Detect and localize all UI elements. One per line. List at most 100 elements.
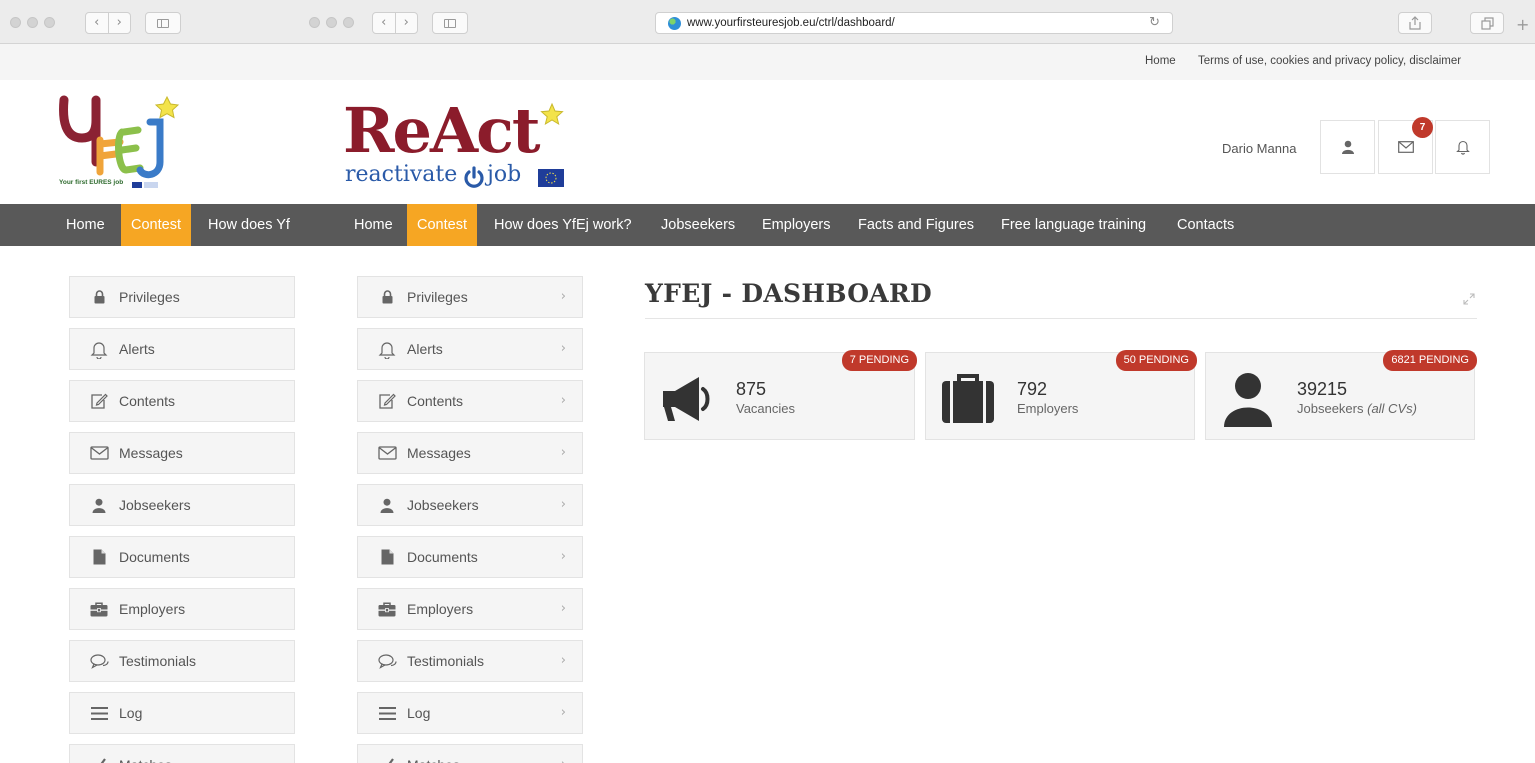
react-logo-sub-left: reactivate xyxy=(345,162,458,187)
react-logo-main: ReAct xyxy=(343,94,540,167)
sidebar-item-label: Log xyxy=(119,705,143,721)
share-icon xyxy=(1409,16,1421,30)
window-controls-2[interactable] xyxy=(309,17,354,28)
reload-icon[interactable]: ↻ xyxy=(1149,15,1160,30)
nav-jobseekers[interactable]: Jobseekers xyxy=(651,204,745,246)
stat-label: Jobseekers (all CVs) xyxy=(1297,401,1417,416)
bell-icon xyxy=(1455,140,1470,155)
sidebar-item-label: Employers xyxy=(407,601,474,617)
nav-left-how-does[interactable]: How does Yf xyxy=(198,204,300,246)
sidebar-left-item-contents[interactable]: Contents xyxy=(69,380,295,422)
sidebar-item-label: Testimonials xyxy=(407,653,485,669)
sidebar-item-contents[interactable]: Contents › xyxy=(357,380,583,422)
sidebar-item-matches[interactable]: Matches › xyxy=(357,744,583,763)
sidebar-left-item-privileges[interactable]: Privileges xyxy=(69,276,295,318)
stat-card-vacancies[interactable]: 875 Vacancies 7 PENDING xyxy=(644,350,917,440)
sidebar-item-label: Alerts xyxy=(119,341,155,357)
yfej-logo[interactable]: Your first EURES job xyxy=(56,92,186,192)
browser-toolbar: ‹ › ‹ › www.yourfirsteuresjob.eu/ctrl/dash… xyxy=(0,0,1535,44)
tabs-overview-button[interactable] xyxy=(1470,12,1504,34)
pending-badge[interactable]: 50 PENDING xyxy=(1115,350,1197,371)
sidebar-left-item-messages[interactable]: Messages xyxy=(69,432,295,474)
nav-employers[interactable]: Employers xyxy=(752,204,841,246)
eu-flag-icon xyxy=(538,169,564,187)
sidebar-item-documents[interactable]: Documents › xyxy=(357,536,583,578)
sidebar-item-alerts[interactable]: Alerts › xyxy=(357,328,583,370)
sidebar-item-jobseekers[interactable]: Jobseekers › xyxy=(357,484,583,526)
main-navbar: Home Contest How does Yf Home Contest Ho… xyxy=(0,204,1535,246)
sidebar-toggle-button[interactable] xyxy=(145,12,181,34)
top-link-terms[interactable]: Terms of use, cookies and privacy policy… xyxy=(1198,55,1461,67)
sidebar-item-privileges[interactable]: Privileges › xyxy=(357,276,583,318)
sidebar-left-item-jobseekers[interactable]: Jobseekers xyxy=(69,484,295,526)
sidebar-left-item-matches[interactable]: Matches xyxy=(69,744,295,763)
forward-icon: › xyxy=(107,13,131,33)
document-icon xyxy=(88,549,110,565)
sidebar-item-label: Contents xyxy=(407,393,464,409)
back-forward-buttons[interactable]: ‹ › xyxy=(85,12,131,34)
chat-icon xyxy=(88,653,110,669)
sidebar-item-log[interactable]: Log › xyxy=(357,692,583,734)
sidebar-item-label: Alerts xyxy=(407,341,443,357)
stat-label: Vacancies xyxy=(736,401,796,416)
sidebar-item-testimonials[interactable]: Testimonials › xyxy=(357,640,583,682)
page-title: YFEJ - DASHBOARD xyxy=(645,279,933,308)
list-icon xyxy=(88,706,110,720)
sidebar-item-messages[interactable]: Messages › xyxy=(357,432,583,474)
sidebar-left-item-alerts[interactable]: Alerts xyxy=(69,328,295,370)
briefcase-icon xyxy=(940,371,996,427)
nav-free-language-training[interactable]: Free language training xyxy=(991,204,1156,246)
bell-icon xyxy=(88,340,110,359)
back-icon: ‹ xyxy=(94,15,100,30)
lock-icon xyxy=(88,290,110,304)
briefcase-icon xyxy=(376,602,398,617)
stat-card-employers[interactable]: 792 Employers 50 PENDING xyxy=(925,350,1197,440)
stat-label-extra: (all CVs) xyxy=(1367,401,1417,416)
chevron-right-icon: › xyxy=(561,757,566,763)
user-icon xyxy=(1341,140,1354,154)
sidebar-left-item-employers[interactable]: Employers xyxy=(69,588,295,630)
window-controls[interactable] xyxy=(10,17,55,28)
chevron-right-icon: › xyxy=(560,393,566,408)
sidebar-left-item-log[interactable]: Log xyxy=(69,692,295,734)
react-logo[interactable]: ReAct reactivate job xyxy=(343,96,573,192)
new-tab-icon[interactable]: + xyxy=(1516,15,1529,34)
sidebar-left-item-documents[interactable]: Documents xyxy=(69,536,295,578)
sidebar-icon xyxy=(157,18,169,28)
check-icon xyxy=(88,758,110,763)
sidebar-item-label: Contents xyxy=(119,393,176,409)
pending-badge[interactable]: 7 PENDING xyxy=(841,350,917,371)
sidebar-toggle-button-2[interactable] xyxy=(432,12,468,34)
back-forward-buttons-2[interactable]: ‹ › xyxy=(372,12,418,34)
nav-contacts[interactable]: Contacts xyxy=(1167,204,1244,246)
nav-left-contest[interactable]: Contest xyxy=(121,204,191,246)
nav-home[interactable]: Home xyxy=(344,204,403,246)
stat-card-jobseekers[interactable]: 39215 Jobseekers (all CVs) 6821 PENDING xyxy=(1205,350,1477,440)
megaphone-icon xyxy=(659,371,715,427)
react-star-icon xyxy=(540,102,564,126)
chevron-right-icon: › xyxy=(560,705,566,720)
nav-left-home[interactable]: Home xyxy=(56,204,115,246)
sidebar-item-label: Jobseekers xyxy=(119,497,191,513)
title-divider xyxy=(645,318,1477,319)
forward-icon: › xyxy=(394,13,418,33)
sidebar-item-label: Messages xyxy=(407,445,471,461)
sidebar-item-employers[interactable]: Employers › xyxy=(357,588,583,630)
share-button[interactable] xyxy=(1398,12,1432,34)
address-bar[interactable]: www.yourfirsteuresjob.eu/ctrl/dashboard/… xyxy=(655,12,1173,34)
top-link-home[interactable]: Home xyxy=(1145,55,1176,67)
profile-button[interactable] xyxy=(1320,120,1375,174)
list-icon xyxy=(376,706,398,720)
sidebar-item-label: Documents xyxy=(407,549,478,565)
yfej-logo-caption: Your first EURES job xyxy=(59,179,124,186)
notifications-button[interactable] xyxy=(1435,120,1490,174)
user-name[interactable]: Dario Manna xyxy=(1222,141,1296,156)
briefcase-icon xyxy=(88,602,110,617)
sidebar-left-item-testimonials[interactable]: Testimonials xyxy=(69,640,295,682)
nav-how-does-yfej-work[interactable]: How does YfEj work? xyxy=(484,204,642,246)
pending-badge[interactable]: 6821 PENDING xyxy=(1383,350,1477,371)
expand-icon[interactable] xyxy=(1462,292,1476,306)
envelope-icon xyxy=(88,446,110,460)
nav-contest[interactable]: Contest xyxy=(407,204,477,246)
nav-facts-and-figures[interactable]: Facts and Figures xyxy=(848,204,984,246)
